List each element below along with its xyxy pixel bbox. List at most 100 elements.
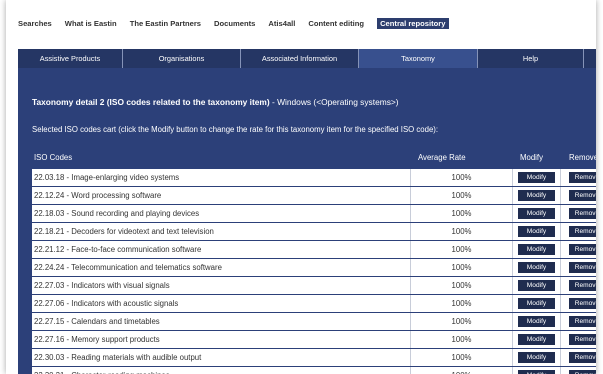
table-row: 22.30.21 - Character-reading machines100…	[32, 367, 596, 374]
remove-cell: Remove	[561, 277, 596, 294]
table-header: ISO Codes Average Rate Modify Remove	[32, 153, 596, 165]
iso-code-cell: 22.18.21 - Decoders for videotext and te…	[34, 223, 411, 240]
header-iso-codes: ISO Codes	[34, 153, 73, 162]
remove-button[interactable]: Remove	[569, 316, 596, 327]
modify-cell: Modify	[513, 169, 561, 186]
remove-cell: Remove	[561, 367, 596, 374]
modify-cell: Modify	[513, 241, 561, 258]
iso-code-cell: 22.27.15 - Calendars and timetables	[34, 313, 411, 330]
remove-cell: Remove	[561, 349, 596, 366]
tab-assistive-products[interactable]: Assistive Products	[18, 49, 123, 68]
average-rate-cell: 100%	[411, 295, 513, 312]
remove-button[interactable]: Remove	[569, 208, 596, 219]
iso-code-cell: 22.27.16 - Memory support products	[34, 331, 411, 348]
iso-code-cell: 22.27.03 - Indicators with visual signal…	[34, 277, 411, 294]
table-row: 22.18.21 - Decoders for videotext and te…	[32, 223, 596, 240]
iso-code-cell: 22.12.24 - Word processing software	[34, 187, 411, 204]
top-nav-item-documents[interactable]: Documents	[214, 19, 255, 29]
modify-button[interactable]: Modify	[518, 280, 555, 291]
modify-cell: Modify	[513, 259, 561, 276]
remove-button[interactable]: Remove	[569, 172, 596, 183]
modify-button[interactable]: Modify	[518, 262, 555, 273]
top-nav-item-atis4all[interactable]: Atis4all	[268, 19, 295, 29]
iso-code-cell: 22.30.03 - Reading materials with audibl…	[34, 349, 411, 366]
table-row: 22.03.18 - Image-enlarging video systems…	[32, 169, 596, 186]
modify-button[interactable]: Modify	[518, 208, 555, 219]
average-rate-cell: 100%	[411, 187, 513, 204]
iso-codes-table: 22.03.18 - Image-enlarging video systems…	[32, 169, 596, 374]
top-nav-item-central-repository[interactable]: Central repository	[377, 18, 449, 29]
table-row: 22.30.03 - Reading materials with audibl…	[32, 349, 596, 366]
tab-organisations[interactable]: Organisations	[123, 49, 241, 68]
modify-button[interactable]: Modify	[518, 316, 555, 327]
remove-cell: Remove	[561, 241, 596, 258]
table-row: 22.18.03 - Sound recording and playing d…	[32, 205, 596, 222]
modify-cell: Modify	[513, 313, 561, 330]
tab-associated-information[interactable]: Associated Information	[241, 49, 359, 68]
top-nav-item-content-editing[interactable]: Content editing	[308, 19, 364, 29]
average-rate-cell: 100%	[411, 169, 513, 186]
header-modify: Modify	[520, 153, 543, 162]
remove-cell: Remove	[561, 223, 596, 240]
modify-button[interactable]: Modify	[518, 244, 555, 255]
remove-cell: Remove	[561, 259, 596, 276]
modify-cell: Modify	[513, 331, 561, 348]
remove-cell: Remove	[561, 205, 596, 222]
remove-cell: Remove	[561, 187, 596, 204]
table-row: 22.27.03 - Indicators with visual signal…	[32, 277, 596, 294]
modify-cell: Modify	[513, 367, 561, 374]
top-navigation: Searches What is Eastin The Eastin Partner…	[6, 0, 596, 44]
average-rate-cell: 100%	[411, 313, 513, 330]
remove-button[interactable]: Remove	[569, 226, 596, 237]
average-rate-cell: 100%	[411, 205, 513, 222]
app-frame: Searches What is Eastin The Eastin Partner…	[6, 0, 596, 374]
modify-cell: Modify	[513, 223, 561, 240]
modify-button[interactable]: Modify	[518, 298, 555, 309]
top-nav-item-searches[interactable]: Searches	[18, 19, 52, 29]
remove-cell: Remove	[561, 295, 596, 312]
instructions-text: Selected ISO codes cart (click the Modif…	[32, 125, 439, 134]
remove-button[interactable]: Remove	[569, 280, 596, 291]
iso-code-cell: 22.21.12 - Face-to-face communication so…	[34, 241, 411, 258]
modify-button[interactable]: Modify	[518, 352, 555, 363]
modify-cell: Modify	[513, 205, 561, 222]
modify-button[interactable]: Modify	[518, 370, 555, 374]
remove-cell: Remove	[561, 313, 596, 330]
taxonomy-detail-heading: Taxonomy detail 2 (ISO codes related to …	[32, 97, 399, 107]
tab-help[interactable]: Help	[478, 49, 584, 68]
average-rate-cell: 100%	[411, 241, 513, 258]
remove-button[interactable]: Remove	[569, 298, 596, 309]
modify-cell: Modify	[513, 295, 561, 312]
iso-code-cell: 22.30.21 - Character-reading machines	[34, 367, 411, 374]
average-rate-cell: 100%	[411, 367, 513, 374]
remove-button[interactable]: Remove	[569, 190, 596, 201]
average-rate-cell: 100%	[411, 223, 513, 240]
remove-button[interactable]: Remove	[569, 262, 596, 273]
main-content-panel: Taxonomy detail 2 (ISO codes related to …	[18, 68, 596, 374]
modify-cell: Modify	[513, 349, 561, 366]
remove-cell: Remove	[561, 331, 596, 348]
modify-button[interactable]: Modify	[518, 226, 555, 237]
iso-code-cell: 22.27.06 - Indicators with acoustic sign…	[34, 295, 411, 312]
remove-button[interactable]: Remove	[569, 370, 596, 374]
iso-code-cell: 22.24.24 - Telecommunication and telemat…	[34, 259, 411, 276]
table-row: 22.27.06 - Indicators with acoustic sign…	[32, 295, 596, 312]
average-rate-cell: 100%	[411, 259, 513, 276]
remove-button[interactable]: Remove	[569, 244, 596, 255]
top-nav-item-what-is-eastin[interactable]: What is Eastin	[65, 19, 117, 29]
remove-button[interactable]: Remove	[569, 334, 596, 345]
table-row: 22.12.24 - Word processing software 100% M…	[32, 187, 596, 204]
modify-button[interactable]: Modify	[518, 334, 555, 345]
modify-button[interactable]: Modify	[518, 190, 555, 201]
table-row: 22.21.12 - Face-to-face communication so…	[32, 241, 596, 258]
header-remove: Remove	[569, 153, 596, 162]
modify-button[interactable]: Modify	[518, 172, 555, 183]
tab-taxonomy[interactable]: Taxonomy	[359, 49, 478, 68]
iso-code-cell: 22.03.18 - Image-enlarging video systems	[34, 169, 411, 186]
modify-cell: Modify	[513, 187, 561, 204]
average-rate-cell: 100%	[411, 349, 513, 366]
heading-subtitle: - Windows (<Operating systems>)	[269, 97, 399, 107]
top-nav-links: Searches What is Eastin The Eastin Partner…	[18, 18, 462, 29]
remove-button[interactable]: Remove	[569, 352, 596, 363]
top-nav-item-the-eastin-partners[interactable]: The Eastin Partners	[130, 19, 201, 29]
